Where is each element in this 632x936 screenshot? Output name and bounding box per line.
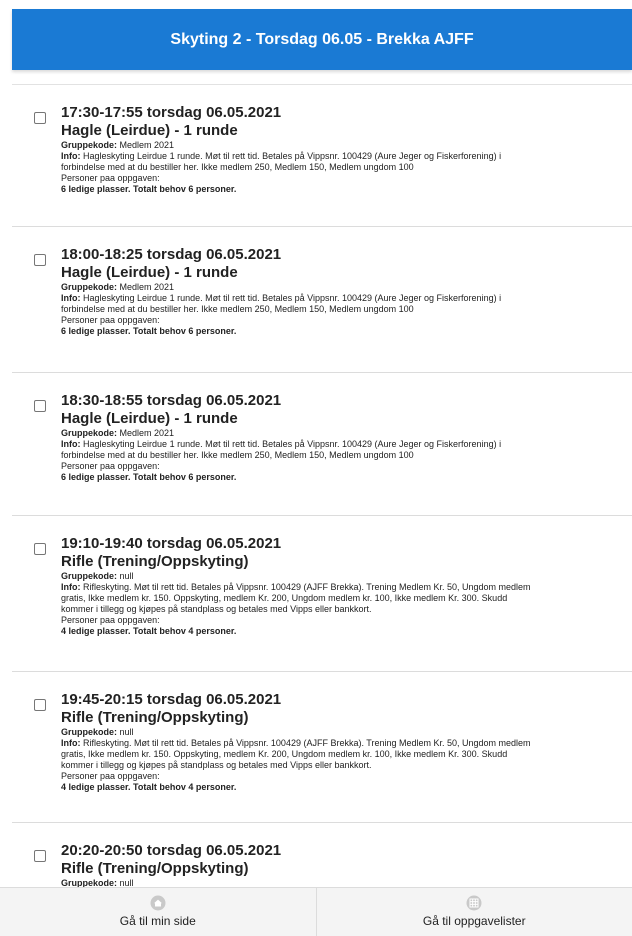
- task-persons-label: Personer paa oppgaven:: [61, 173, 160, 183]
- task-select-checkbox[interactable]: [34, 112, 46, 124]
- task-group-code: Gruppekode: null: [61, 571, 134, 581]
- task-select-checkbox[interactable]: [34, 850, 46, 862]
- task-info-cont: forbindelse med at du bestiller her. Ikk…: [61, 450, 414, 460]
- task-details: 19:10-19:40 torsdag 06.05.2021 Rifle (Tr…: [61, 535, 621, 637]
- task-persons-label: Personer paa oppgaven:: [61, 771, 160, 781]
- task-select-checkbox[interactable]: [34, 400, 46, 412]
- task-time: 19:45-20:15 torsdag 06.05.2021: [61, 691, 282, 708]
- go-to-my-page-button[interactable]: Gå til min side: [0, 888, 316, 936]
- go-to-task-lists-button[interactable]: Gå til oppgavelister: [315, 888, 632, 936]
- task-capacity: 6 ledige plasser. Totalt behov 6 persone…: [61, 326, 237, 336]
- task-details: 18:30-18:55 torsdag 06.05.2021 Hagle (Le…: [61, 392, 621, 483]
- task-item: 18:30-18:55 torsdag 06.05.2021 Hagle (Le…: [12, 373, 632, 516]
- task-item: 17:30-17:55 torsdag 06.05.2021 Hagle (Le…: [12, 85, 632, 227]
- task-group-code: Gruppekode: Medlem 2021: [61, 140, 175, 150]
- task-info: Info: Hagleskyting Leirdue 1 runde. Møt …: [61, 293, 502, 303]
- task-name: Hagle (Leirdue) - 1 runde: [61, 410, 238, 427]
- task-info: Info: Rifleskyting. Møt til rett tid. Be…: [61, 582, 531, 592]
- page-header: Skyting 2 - Torsdag 06.05 - Brekka AJFF: [12, 9, 632, 70]
- task-info-cont: gratis, Ikke medlem kr. 150. Oppskyting,…: [61, 593, 508, 603]
- task-name: Rifle (Trening/Oppskyting): [61, 553, 249, 570]
- task-time: 17:30-17:55 torsdag 06.05.2021: [61, 104, 282, 121]
- task-item: 20:20-20:50 torsdag 06.05.2021 Rifle (Tr…: [12, 823, 632, 889]
- task-capacity: 6 ledige plasser. Totalt behov 6 persone…: [61, 472, 237, 482]
- task-details: 19:45-20:15 torsdag 06.05.2021 Rifle (Tr…: [61, 691, 621, 793]
- task-persons-label: Personer paa oppgaven:: [61, 315, 160, 325]
- task-item: 19:45-20:15 torsdag 06.05.2021 Rifle (Tr…: [12, 672, 632, 823]
- app-frame: Skyting 2 - Torsdag 06.05 - Brekka AJFF …: [0, 0, 632, 936]
- task-info-cont: kommer i tillegg og kjøpes på standplass…: [61, 604, 372, 614]
- task-capacity: 6 ledige plasser. Totalt behov 6 persone…: [61, 184, 237, 194]
- task-select-checkbox[interactable]: [34, 699, 46, 711]
- task-name: Rifle (Trening/Oppskyting): [61, 709, 249, 726]
- task-details: 20:20-20:50 torsdag 06.05.2021 Rifle (Tr…: [61, 842, 621, 889]
- go-to-task-lists-label: Gå til oppgavelister: [422, 914, 526, 928]
- task-time: 18:30-18:55 torsdag 06.05.2021: [61, 392, 282, 409]
- task-select-checkbox[interactable]: [34, 543, 46, 555]
- task-info-cont: kommer i tillegg og kjøpes på standplass…: [61, 760, 372, 770]
- task-info: Info: Hagleskyting Leirdue 1 runde. Møt …: [61, 151, 502, 161]
- go-to-my-page-label: Gå til min side: [119, 914, 196, 928]
- task-info-cont: gratis, Ikke medlem kr. 150. Oppskyting,…: [61, 749, 508, 759]
- task-name: Hagle (Leirdue) - 1 runde: [61, 264, 238, 281]
- task-item: 18:00-18:25 torsdag 06.05.2021 Hagle (Le…: [12, 227, 632, 373]
- task-info-cont: forbindelse med at du bestiller her. Ikk…: [61, 304, 414, 314]
- task-time: 18:00-18:25 torsdag 06.05.2021: [61, 246, 282, 263]
- task-group-code: Gruppekode: null: [61, 727, 134, 737]
- task-item: 19:10-19:40 torsdag 06.05.2021 Rifle (Tr…: [12, 516, 632, 672]
- task-info: Info: Rifleskyting. Møt til rett tid. Be…: [61, 738, 531, 748]
- task-name: Hagle (Leirdue) - 1 runde: [61, 122, 238, 139]
- task-group-code: Gruppekode: Medlem 2021: [61, 428, 175, 438]
- task-details: 18:00-18:25 torsdag 06.05.2021 Hagle (Le…: [61, 246, 621, 337]
- page-title: Skyting 2 - Torsdag 06.05 - Brekka AJFF: [170, 30, 474, 48]
- task-list[interactable]: 17:30-17:55 torsdag 06.05.2021 Hagle (Le…: [12, 84, 632, 889]
- task-persons-label: Personer paa oppgaven:: [61, 615, 160, 625]
- home-icon: [150, 895, 166, 911]
- task-name: Rifle (Trening/Oppskyting): [61, 860, 249, 877]
- task-group-code: Gruppekode: Medlem 2021: [61, 282, 175, 292]
- task-details: 17:30-17:55 torsdag 06.05.2021 Hagle (Le…: [61, 104, 621, 195]
- task-info-cont: forbindelse med at du bestiller her. Ikk…: [61, 162, 414, 172]
- task-capacity: 4 ledige plasser. Totalt behov 4 persone…: [61, 626, 237, 636]
- task-select-checkbox[interactable]: [34, 254, 46, 266]
- task-info: Info: Hagleskyting Leirdue 1 runde. Møt …: [61, 439, 502, 449]
- task-time: 19:10-19:40 torsdag 06.05.2021: [61, 535, 282, 552]
- task-time: 20:20-20:50 torsdag 06.05.2021: [61, 842, 282, 859]
- task-persons-label: Personer paa oppgaven:: [61, 461, 160, 471]
- bottom-navigation: Gå til min side Gå til oppgavelister: [0, 887, 632, 936]
- task-capacity: 4 ledige plasser. Totalt behov 4 persone…: [61, 782, 237, 792]
- grid-icon: [466, 895, 482, 911]
